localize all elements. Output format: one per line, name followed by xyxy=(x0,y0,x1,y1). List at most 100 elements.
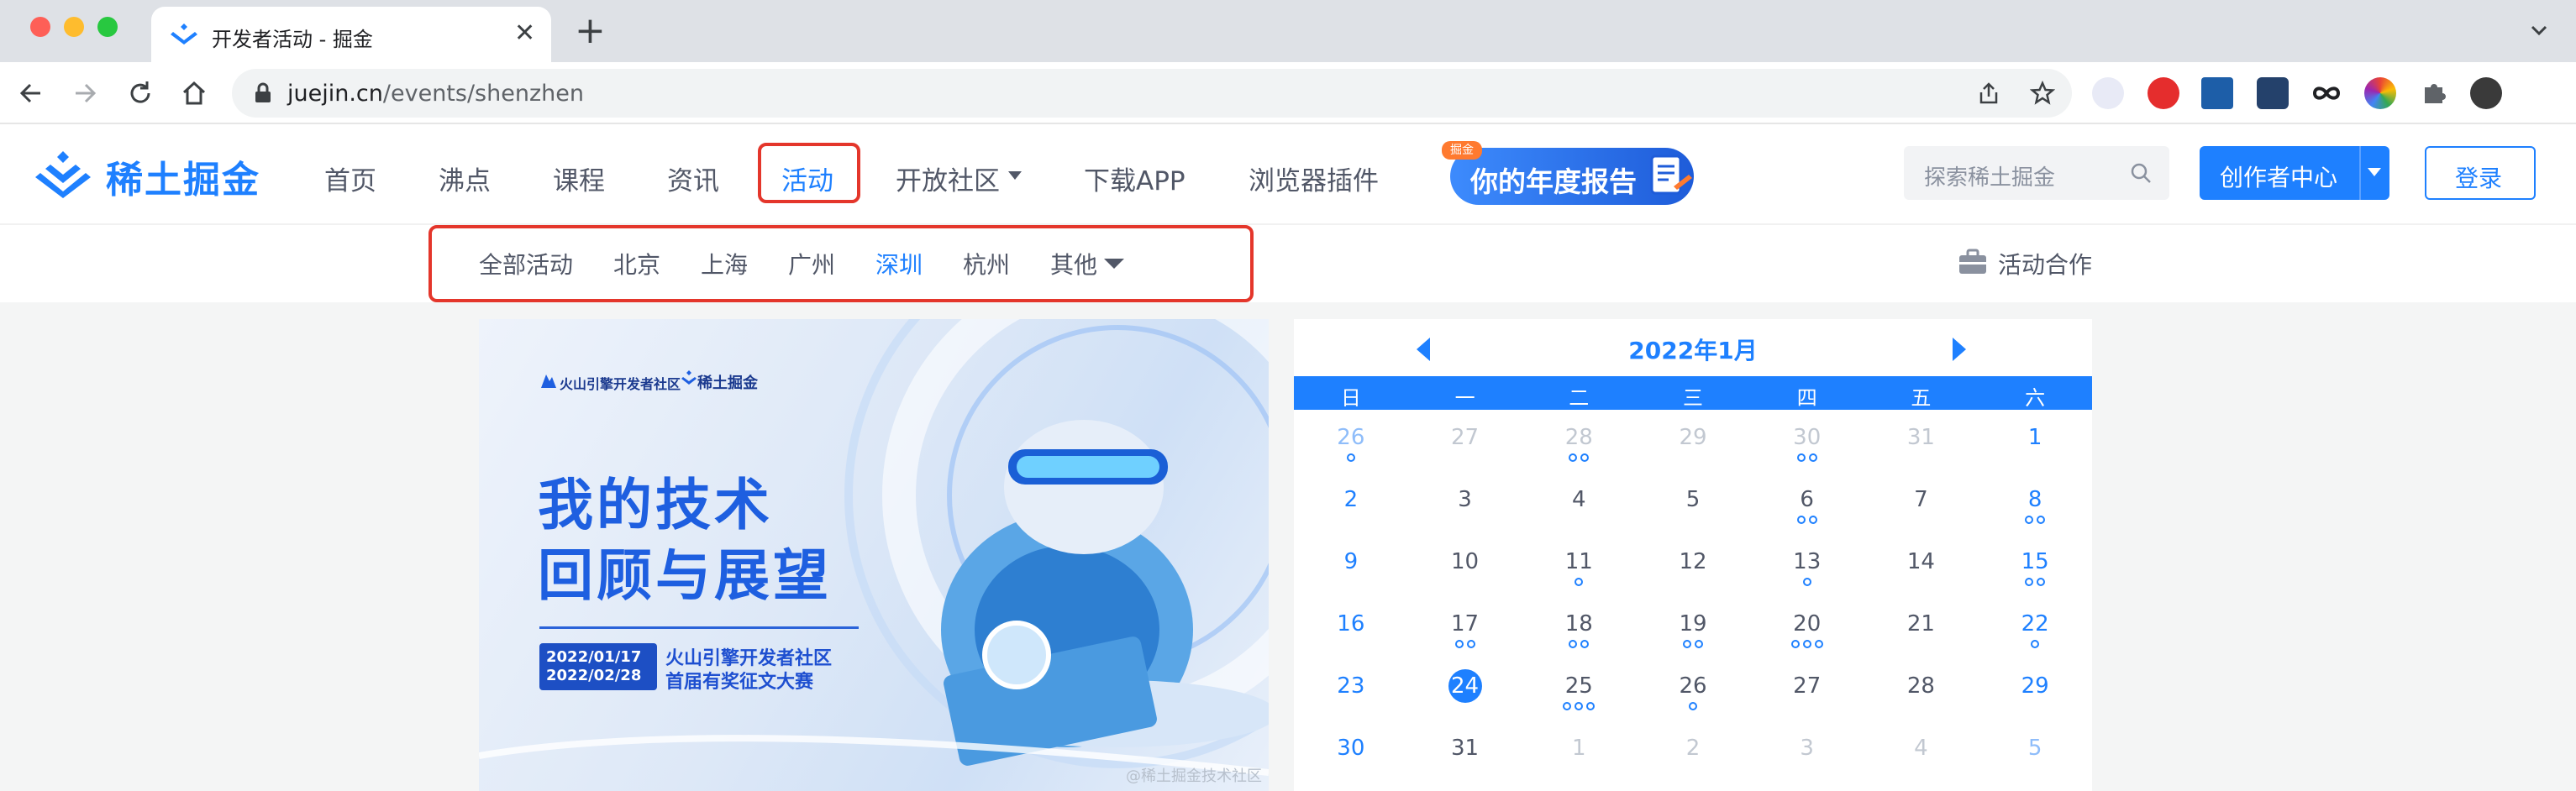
minimize-window-button[interactable] xyxy=(64,17,84,37)
calendar-day-number: 27 xyxy=(1793,673,1822,699)
calendar-day-number: 16 xyxy=(1337,611,1365,636)
calendar-day-number: 4 xyxy=(1572,487,1586,512)
calendar-day[interactable]: 28 xyxy=(1887,672,1954,712)
maximize-window-button[interactable] xyxy=(97,17,118,37)
tab-title: 开发者活动 - 掘金 xyxy=(212,28,373,51)
calendar-day[interactable]: 14 xyxy=(1887,547,1954,588)
calendar-day[interactable]: 29 xyxy=(1659,423,1727,464)
nav-download-app[interactable]: 下载APP xyxy=(1084,160,1185,197)
logo-text[interactable]: 稀土掘金 xyxy=(106,149,260,203)
calendar-day[interactable]: 6 xyxy=(1774,485,1841,526)
calendar-day-number: 13 xyxy=(1793,549,1822,574)
hero-watermark: @稀土掘金技术社区 xyxy=(1126,767,1262,785)
calendar-day[interactable]: 16 xyxy=(1317,610,1385,650)
calendar-day[interactable]: 3 xyxy=(1432,485,1499,526)
calendar-day[interactable]: 25 xyxy=(1545,672,1612,712)
city-tabs-highlight-box xyxy=(428,225,1254,302)
calendar-day[interactable]: 4 xyxy=(1887,734,1954,774)
calendar-day-number: 26 xyxy=(1679,673,1707,699)
calendar-next-month-icon[interactable] xyxy=(1953,338,1966,361)
calendar-day[interactable]: 8 xyxy=(2001,485,2069,526)
calendar-event-dots xyxy=(1887,514,1954,526)
calendar-day[interactable]: 30 xyxy=(1317,734,1385,774)
event-dot-icon xyxy=(1454,640,1464,648)
nav-pins[interactable]: 沸点 xyxy=(439,160,491,197)
calendar-day[interactable]: 27 xyxy=(1432,423,1499,464)
calendar-day[interactable]: 9 xyxy=(1317,547,1385,588)
search-input[interactable]: 探索稀土掘金 xyxy=(1904,146,2169,200)
calendar-day[interactable]: 11 xyxy=(1545,547,1612,588)
forward-arrow-icon[interactable] xyxy=(69,77,101,109)
back-arrow-icon[interactable] xyxy=(15,77,47,109)
tab-close-button[interactable]: ✕ xyxy=(514,18,535,49)
avatar[interactable] xyxy=(2470,77,2502,109)
calendar-day[interactable]: 21 xyxy=(1887,610,1954,650)
calendar-day[interactable]: 26 xyxy=(1317,423,1385,464)
calendar-day[interactable]: 20 xyxy=(1774,610,1841,650)
calendar-day[interactable]: 4 xyxy=(1545,485,1612,526)
juejin-logo-icon[interactable] xyxy=(34,148,92,198)
calendar-day[interactable]: 18 xyxy=(1545,610,1612,650)
calendar-day[interactable]: 15 xyxy=(2001,547,2069,588)
calendar-event-dots xyxy=(1432,514,1499,526)
calendar-day-number: 21 xyxy=(1906,611,1935,636)
infinity-extension-icon[interactable] xyxy=(2311,77,2342,109)
s-extension-icon[interactable] xyxy=(2201,77,2233,109)
browser-tab[interactable]: 开发者活动 - 掘金 ✕ xyxy=(151,7,551,62)
calendar-day[interactable]: 13 xyxy=(1774,547,1841,588)
share-icon[interactable] xyxy=(1976,81,2001,106)
nav-browser-extension[interactable]: 浏览器插件 xyxy=(1249,160,1379,197)
event-hero-banner[interactable]: 火山引擎开发者社区 稀土掘金 我的技术 回顾与展望 2022/01/17 202… xyxy=(479,319,1269,791)
calendar-event-dots xyxy=(1659,638,1727,650)
calendar-day[interactable]: 29 xyxy=(2001,672,2069,712)
annual-report-text[interactable]: 你的年度报告 xyxy=(1470,160,1637,200)
calendar-weekday-header: 日一二三四五六 xyxy=(1294,376,2092,410)
calendar-day[interactable]: 30 xyxy=(1774,423,1841,464)
dollar-extension-icon[interactable] xyxy=(2257,77,2289,109)
calendar-day[interactable]: 10 xyxy=(1432,547,1499,588)
login-button[interactable]: 登录 xyxy=(2425,146,2536,200)
calendar-day[interactable]: 24 xyxy=(1432,669,1499,715)
calendar-day[interactable]: 12 xyxy=(1659,547,1727,588)
event-cooperation-link[interactable]: 活动合作 xyxy=(1998,247,2092,280)
event-dot-icon xyxy=(1575,702,1584,710)
calendar-day[interactable]: 2 xyxy=(1317,485,1385,526)
calendar-day[interactable]: 5 xyxy=(2001,734,2069,774)
color-extension-icon[interactable] xyxy=(2364,77,2396,109)
nav-open-community[interactable]: 开放社区 xyxy=(896,160,1000,197)
event-dot-icon xyxy=(1683,640,1691,648)
calendar-day[interactable]: 28 xyxy=(1545,423,1612,464)
calendar-day[interactable]: 7 xyxy=(1887,485,1954,526)
translate-extension-icon[interactable] xyxy=(2092,77,2124,109)
calendar-day[interactable]: 2 xyxy=(1659,734,1727,774)
calendar-day[interactable]: 27 xyxy=(1774,672,1841,712)
calendar-day[interactable]: 31 xyxy=(1432,734,1499,774)
nav-news[interactable]: 资讯 xyxy=(667,160,719,197)
calendar-day[interactable]: 17 xyxy=(1432,610,1499,650)
calendar-day[interactable]: 1 xyxy=(1545,734,1612,774)
calendar-day[interactable]: 22 xyxy=(2001,610,2069,650)
extensions-puzzle-icon[interactable] xyxy=(2418,77,2450,109)
close-window-button[interactable] xyxy=(30,17,50,37)
calendar-day[interactable]: 5 xyxy=(1659,485,1727,526)
creator-dropdown-caret-icon[interactable] xyxy=(2368,168,2381,176)
address-bar[interactable]: juejin.cn/events/shenzhen xyxy=(232,69,2072,118)
calendar-day[interactable]: 23 xyxy=(1317,672,1385,712)
tab-list-chevron-icon[interactable] xyxy=(2527,18,2551,42)
creator-center-button[interactable]: 创作者中心 xyxy=(2200,146,2389,200)
search-icon[interactable] xyxy=(2129,161,2153,185)
calendar-day[interactable]: 19 xyxy=(1659,610,1727,650)
new-tab-button[interactable]: + xyxy=(575,10,606,52)
home-icon[interactable] xyxy=(178,77,210,109)
adblock-extension-icon[interactable] xyxy=(2148,77,2179,109)
calendar-day[interactable]: 3 xyxy=(1774,734,1841,774)
volcano-engine-logo-icon xyxy=(541,375,556,388)
calendar-day[interactable]: 1 xyxy=(2001,423,2069,464)
reload-icon[interactable] xyxy=(124,77,156,109)
nav-courses[interactable]: 课程 xyxy=(553,160,605,197)
calendar-day[interactable]: 26 xyxy=(1659,672,1727,712)
calendar-event-dots xyxy=(2001,514,2069,526)
nav-home[interactable]: 首页 xyxy=(324,160,376,197)
calendar-day[interactable]: 31 xyxy=(1887,423,1954,464)
bookmark-star-icon[interactable] xyxy=(2030,81,2055,106)
